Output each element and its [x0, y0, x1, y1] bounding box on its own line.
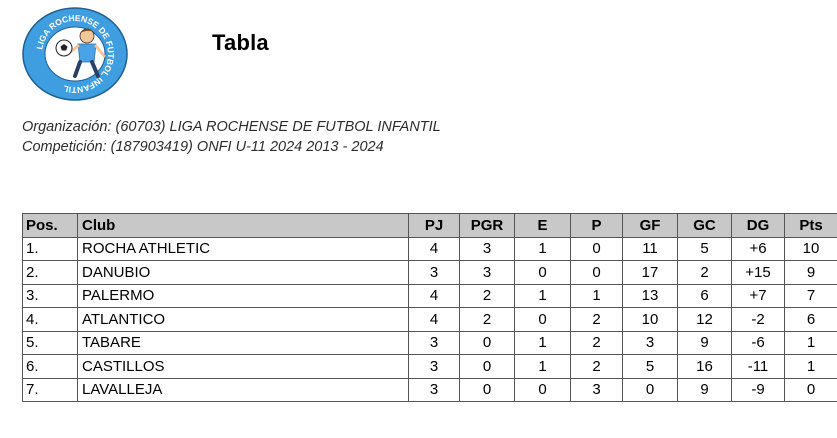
table-row: 2. DANUBIO 3 3 0 0 17 2 +15 9 — [22, 260, 837, 285]
cell-e: 0 — [514, 377, 571, 402]
cell-gc: 5 — [677, 236, 732, 261]
table-row: 1. ROCHA ATHLETIC 4 3 1 0 11 5 +6 10 — [22, 236, 837, 261]
cell-gc: 6 — [677, 283, 732, 308]
cell-p: 3 — [570, 377, 623, 402]
cell-pts: 10 — [784, 236, 837, 261]
cell-pgr: 2 — [459, 307, 515, 332]
col-header-gf: GF — [622, 213, 678, 238]
page: LIGA ROCHENSE DE FUTBOL INFANTIL Tabla O… — [0, 0, 837, 438]
cell-p: 1 — [570, 283, 623, 308]
cell-pos: 1. — [22, 236, 78, 261]
table-row: 7. LAVALLEJA 3 0 0 3 0 9 -9 0 — [22, 377, 837, 402]
competition-line: Competición: (187903419) ONFI U-11 2024 … — [22, 139, 384, 155]
cell-pgr: 3 — [459, 236, 515, 261]
cell-p: 2 — [570, 307, 623, 332]
cell-pos: 4. — [22, 307, 78, 332]
cell-pgr: 0 — [459, 377, 515, 402]
cell-pgr: 3 — [459, 260, 515, 285]
cell-p: 0 — [570, 260, 623, 285]
cell-dg: -9 — [731, 377, 785, 402]
cell-pos: 6. — [22, 354, 78, 379]
cell-gf: 0 — [622, 377, 678, 402]
cell-pos: 5. — [22, 330, 78, 355]
cell-pts: 9 — [784, 260, 837, 285]
col-header-p: P — [570, 213, 623, 238]
cell-p: 2 — [570, 330, 623, 355]
header-row: Pos. Club PJ PGR E P GF GC DG Pts — [22, 213, 837, 238]
cell-dg: +6 — [731, 236, 785, 261]
cell-pgr: 2 — [459, 283, 515, 308]
cell-pos: 7. — [22, 377, 78, 402]
cell-pj: 3 — [408, 354, 460, 379]
cell-dg: -6 — [731, 330, 785, 355]
cell-e: 0 — [514, 260, 571, 285]
cell-e: 1 — [514, 283, 571, 308]
cell-gc: 12 — [677, 307, 732, 332]
col-header-pgr: PGR — [459, 213, 515, 238]
cell-pgr: 0 — [459, 330, 515, 355]
cell-pos: 2. — [22, 260, 78, 285]
standings-table: Pos. Club PJ PGR E P GF GC DG Pts 1. ROC… — [22, 213, 837, 402]
cell-pgr: 0 — [459, 354, 515, 379]
cell-e: 1 — [514, 236, 571, 261]
page-title: Tabla — [212, 30, 269, 55]
cell-pj: 3 — [408, 330, 460, 355]
cell-pj: 4 — [408, 283, 460, 308]
cell-dg: -2 — [731, 307, 785, 332]
cell-gf: 10 — [622, 307, 678, 332]
cell-pts: 1 — [784, 354, 837, 379]
competition-info: Organización: (60703) LIGA ROCHENSE DE F… — [22, 117, 441, 157]
cell-gc: 2 — [677, 260, 732, 285]
table-row: 6. CASTILLOS 3 0 1 2 5 16 -11 1 — [22, 354, 837, 379]
cell-gf: 5 — [622, 354, 678, 379]
cell-club: LAVALLEJA — [77, 377, 409, 402]
table-row: 3. PALERMO 4 2 1 1 13 6 +7 7 — [22, 283, 837, 308]
cell-club: TABARE — [77, 330, 409, 355]
col-header-pos: Pos. — [22, 213, 78, 238]
cell-club: CASTILLOS — [77, 354, 409, 379]
col-header-gc: GC — [677, 213, 732, 238]
cell-pts: 0 — [784, 377, 837, 402]
cell-pj: 3 — [408, 260, 460, 285]
cell-e: 1 — [514, 330, 571, 355]
col-header-club: Club — [77, 213, 409, 238]
cell-p: 2 — [570, 354, 623, 379]
table-row: 5. TABARE 3 0 1 2 3 9 -6 1 — [22, 330, 837, 355]
soccer-ball-icon — [55, 39, 73, 57]
col-header-e: E — [514, 213, 571, 238]
cell-e: 0 — [514, 307, 571, 332]
table-row: 4. ATLANTICO 4 2 0 2 10 12 -2 6 — [22, 307, 837, 332]
cell-club: DANUBIO — [77, 260, 409, 285]
cell-pj: 3 — [408, 377, 460, 402]
col-header-pj: PJ — [408, 213, 460, 238]
col-header-dg: DG — [731, 213, 785, 238]
cell-gf: 3 — [622, 330, 678, 355]
cell-pts: 6 — [784, 307, 837, 332]
cell-dg: +7 — [731, 283, 785, 308]
cell-e: 1 — [514, 354, 571, 379]
col-header-pts: Pts — [784, 213, 837, 238]
cell-dg: -11 — [731, 354, 785, 379]
cell-pts: 1 — [784, 330, 837, 355]
cell-pts: 7 — [784, 283, 837, 308]
cell-gc: 9 — [677, 377, 732, 402]
cell-club: ATLANTICO — [77, 307, 409, 332]
organization-line: Organización: (60703) LIGA ROCHENSE DE F… — [22, 119, 441, 135]
cell-gf: 11 — [622, 236, 678, 261]
cell-pj: 4 — [408, 307, 460, 332]
cell-dg: +15 — [731, 260, 785, 285]
league-logo: LIGA ROCHENSE DE FUTBOL INFANTIL — [22, 7, 128, 101]
cell-pos: 3. — [22, 283, 78, 308]
cell-gf: 17 — [622, 260, 678, 285]
cell-gc: 9 — [677, 330, 732, 355]
cell-club: ROCHA ATHLETIC — [77, 236, 409, 261]
cell-club: PALERMO — [77, 283, 409, 308]
cell-p: 0 — [570, 236, 623, 261]
cell-gc: 16 — [677, 354, 732, 379]
cell-gf: 13 — [622, 283, 678, 308]
cell-pj: 4 — [408, 236, 460, 261]
